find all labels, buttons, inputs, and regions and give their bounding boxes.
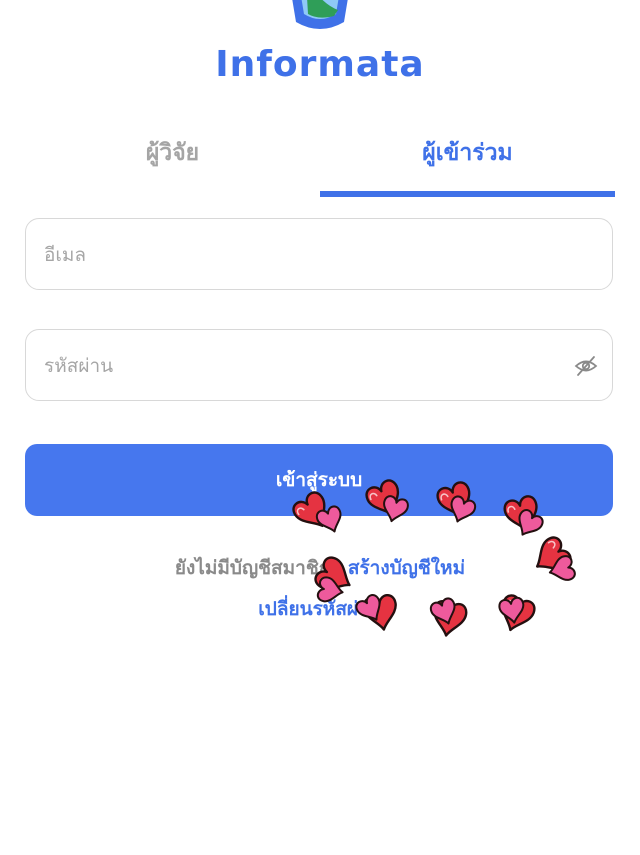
eye-off-icon[interactable] [574,354,598,378]
email-field-container [25,218,613,291]
role-tabs: ผู้วิจัย ผู้เข้าร่วม [25,125,615,197]
tab-researcher[interactable]: ผู้วิจัย [25,125,320,191]
create-account-link[interactable]: สร้างบัญชีใหม่ [348,557,465,579]
signup-row: ยังไม่มีบัญชีสมาชิก? สร้างบัญชีใหม่ [0,553,640,583]
brand-title: Informata [215,44,425,85]
change-password-link[interactable]: เปลี่ยนรหัสผ่าน [258,598,381,620]
active-tab-indicator [320,191,615,197]
informata-logo-icon [292,0,348,29]
signup-prompt: ยังไม่มีบัญชีสมาชิก? [174,557,342,579]
login-button[interactable]: เข้าสู่ระบบ [25,444,613,516]
password-field-container [25,329,613,402]
password-input[interactable] [42,330,566,402]
tab-participant[interactable]: ผู้เข้าร่วม [320,125,615,191]
email-input[interactable] [42,219,566,291]
forgot-row: เปลี่ยนรหัสผ่าน [0,594,640,624]
